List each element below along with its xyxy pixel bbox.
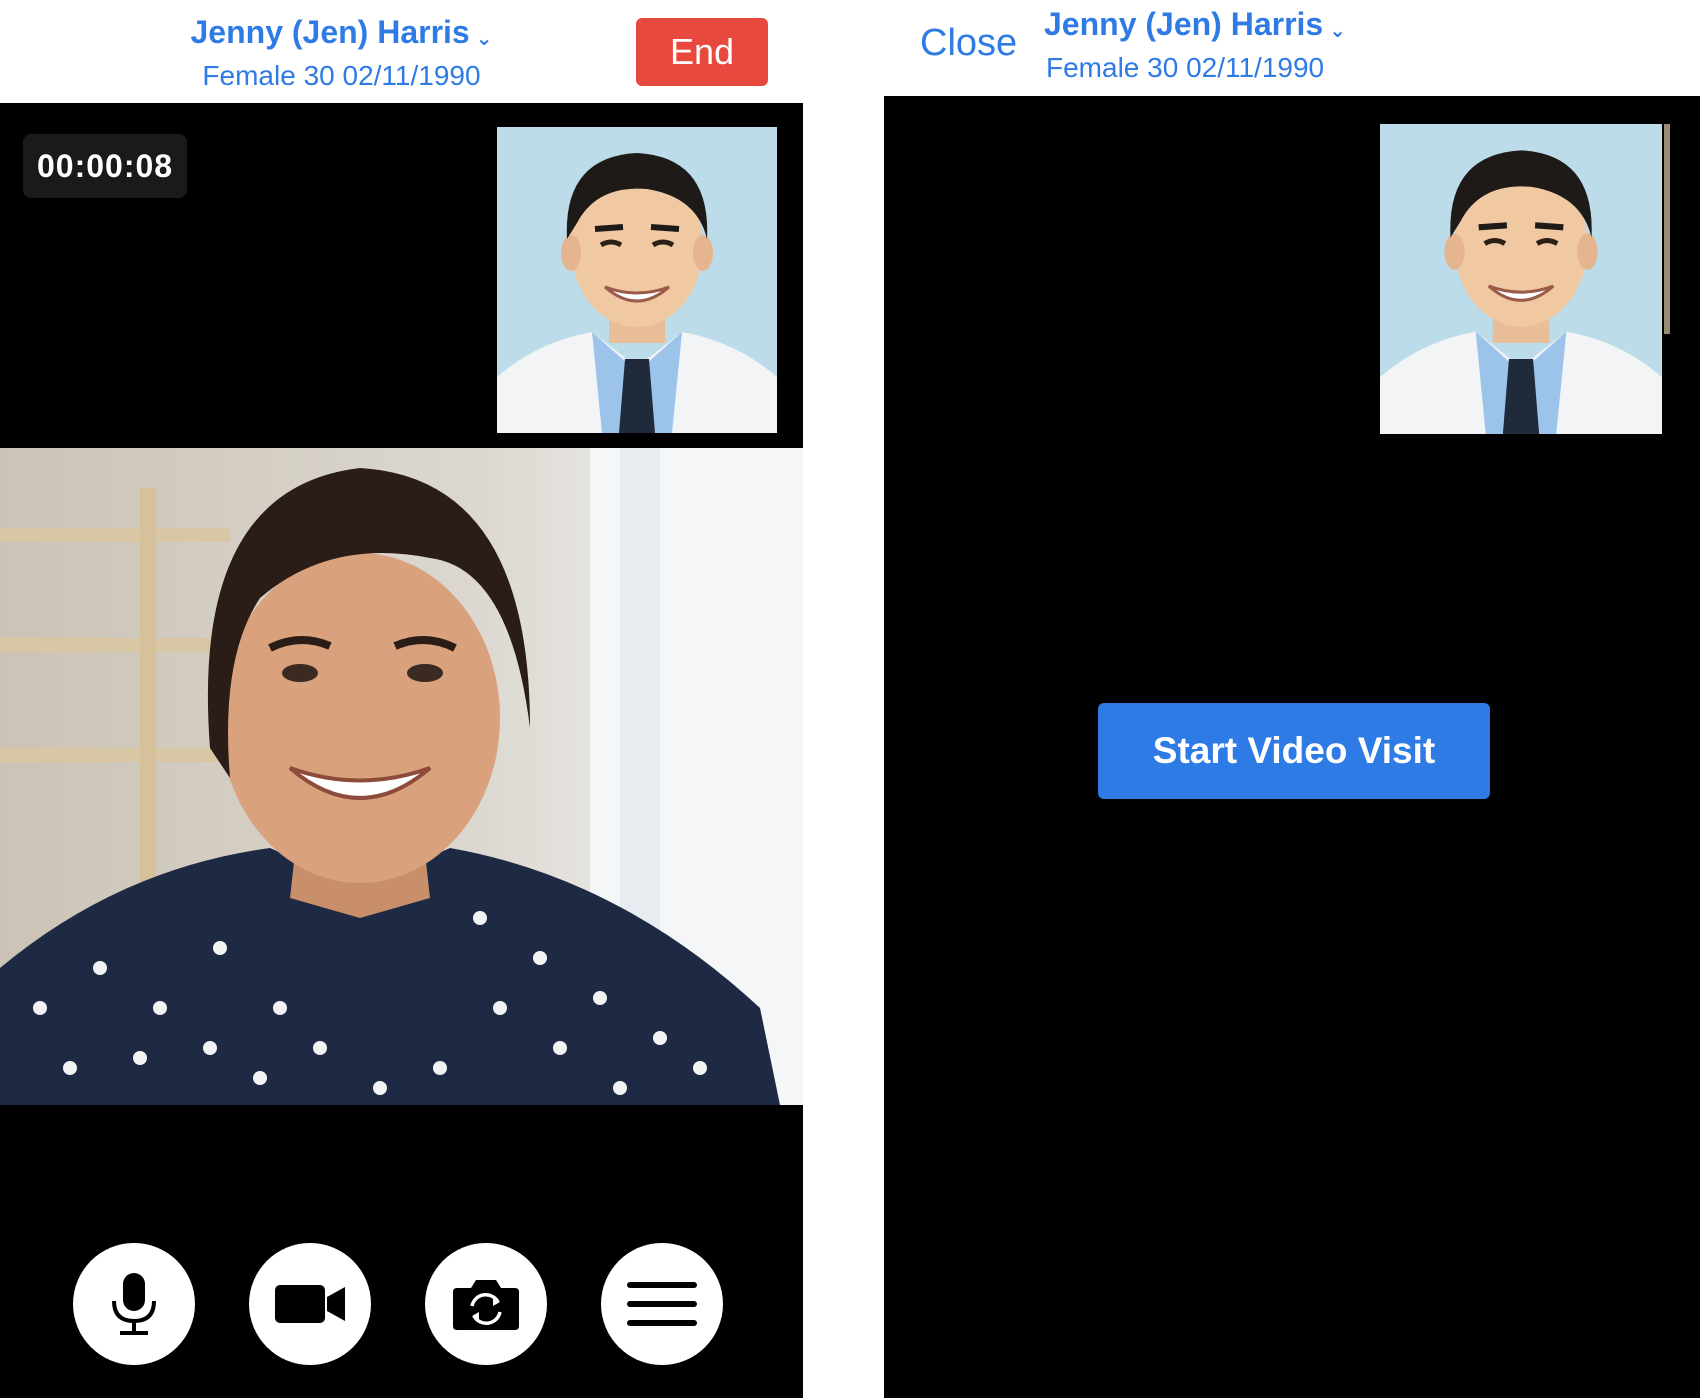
self-view-video-preview[interactable] <box>1380 124 1662 434</box>
microphone-icon <box>112 1273 156 1335</box>
active-call-screen: Jenny (Jen) Harris ⌄ Female 30 02/11/1990… <box>0 0 803 1398</box>
start-video-visit-button[interactable]: Start Video Visit <box>1098 703 1490 799</box>
video-area: 00:00:08 <box>0 103 803 1398</box>
chevron-down-icon: ⌄ <box>1329 20 1346 42</box>
preview-edge <box>1664 124 1670 334</box>
pre-call-screen: Close Jenny (Jen) Harris ⌄ Female 30 02/1… <box>884 0 1700 1398</box>
call-controls <box>0 1243 803 1365</box>
close-button[interactable]: Close <box>920 22 1017 65</box>
patient-name-dropdown-2[interactable]: Jenny (Jen) Harris ⌄ <box>1044 6 1700 43</box>
video-camera-icon <box>275 1285 345 1323</box>
menu-button[interactable] <box>601 1243 723 1365</box>
end-call-button[interactable]: End <box>636 18 768 86</box>
switch-camera-button[interactable] <box>425 1243 547 1365</box>
doctor-avatar <box>1380 124 1662 434</box>
switch-camera-icon <box>453 1280 519 1330</box>
video-preview-area: Start Video Visit <box>884 96 1700 1398</box>
doctor-avatar <box>497 127 777 433</box>
patient-name-2: Jenny (Jen) Harris <box>1044 6 1324 42</box>
mute-button[interactable] <box>73 1243 195 1365</box>
call-timer: 00:00:08 <box>23 134 188 198</box>
patient-video-image <box>0 448 803 1105</box>
camera-toggle-button[interactable] <box>249 1243 371 1365</box>
menu-icon <box>627 1282 697 1326</box>
self-view-video[interactable] <box>497 127 777 433</box>
patient-name: Jenny (Jen) Harris <box>190 14 470 50</box>
patient-details-2: Female 30 02/11/1990 <box>1046 52 1325 83</box>
chevron-down-icon: ⌄ <box>475 28 493 50</box>
patient-video <box>0 448 803 1105</box>
